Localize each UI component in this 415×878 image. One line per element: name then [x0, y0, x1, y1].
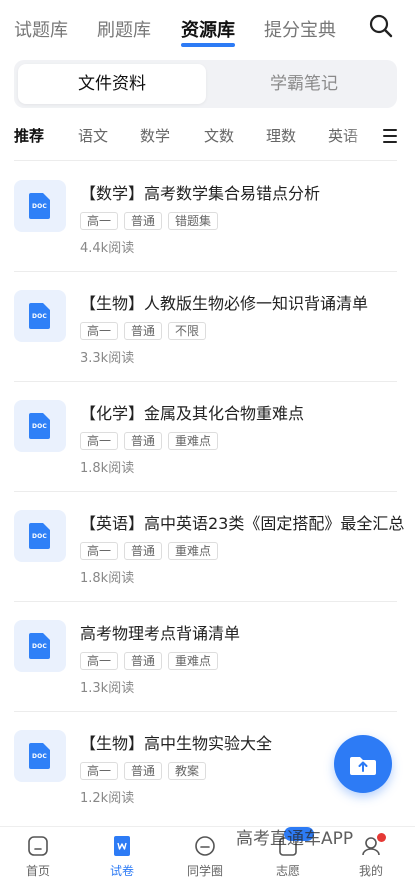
hamburger-menu-icon — [383, 129, 397, 131]
paper-icon — [114, 836, 130, 856]
tag-grade: 高一 — [80, 212, 119, 230]
tag-level: 普通 — [124, 542, 163, 560]
category-liberal-math[interactable]: 文数 — [204, 125, 234, 146]
read-count: 1.8k阅读 — [80, 571, 135, 586]
document-item[interactable]: DOC 高考物理考点背诵清单 高一 普通 重难点 1.3k阅读 — [0, 602, 415, 712]
document-title: 【英语】高中英语23类《固定搭配》最全汇总 — [80, 514, 405, 533]
tag-grade: 高一 — [80, 322, 119, 340]
nav-papers[interactable]: 试卷 — [92, 835, 152, 878]
home-icon — [28, 836, 48, 856]
doc-badge: DOC — [31, 313, 48, 320]
doc-badge: DOC — [31, 533, 48, 540]
doc-file-icon: DOC — [14, 620, 66, 672]
document-title: 【生物】人教版生物必修一知识背诵清单 — [80, 294, 369, 313]
hamburger-menu-icon-line — [383, 135, 397, 137]
tag-type: 不限 — [168, 322, 207, 340]
segment-notes[interactable]: 学霸笔记 — [210, 64, 398, 104]
tag-type: 错题集 — [168, 212, 219, 230]
doc-badge: DOC — [31, 753, 48, 760]
doc-file-icon: DOC — [14, 290, 66, 342]
category-math[interactable]: 数学 — [140, 125, 170, 146]
document-tags: 高一 普通 重难点 — [80, 650, 224, 670]
tab-question-bank[interactable]: 试题库 — [14, 16, 68, 42]
hamburger-menu-icon-line — [383, 141, 397, 143]
divider — [14, 160, 397, 161]
resource-type-switch: 文件资料 学霸笔记 — [14, 60, 397, 108]
doc-file-icon: DOC — [14, 180, 66, 232]
doc-badge: DOC — [31, 423, 48, 430]
nav-home[interactable]: 首页 — [8, 835, 68, 878]
tag-level: 普通 — [124, 212, 163, 230]
tag-grade: 高一 — [80, 542, 119, 560]
document-tags: 高一 普通 重难点 — [80, 430, 224, 450]
read-count: 1.8k阅读 — [80, 461, 135, 476]
category-recommend[interactable]: 推荐 — [14, 125, 44, 146]
category-fade — [345, 116, 385, 156]
notification-dot — [377, 833, 386, 842]
tag-level: 普通 — [124, 762, 163, 780]
subject-category-bar: 推荐 语文 数学 文数 理数 英语 — [0, 116, 415, 156]
document-item[interactable]: DOC 【生物】人教版生物必修一知识背诵清单 高一 普通 不限 3.3k阅读 — [0, 272, 415, 382]
doc-badge: DOC — [31, 643, 48, 650]
category-science-math[interactable]: 理数 — [266, 125, 296, 146]
document-item[interactable]: DOC 【化学】金属及其化合物重难点 高一 普通 重难点 1.8k阅读 — [0, 382, 415, 492]
tag-level: 普通 — [124, 652, 163, 670]
document-title: 【化学】金属及其化合物重难点 — [80, 404, 305, 423]
tag-type: 重难点 — [168, 542, 219, 560]
nav-label: 试卷 — [109, 864, 134, 878]
document-tags: 高一 普通 教案 — [80, 760, 212, 780]
nav-label: 我的 — [358, 864, 383, 878]
tag-grade: 高一 — [80, 432, 119, 450]
tab-resource-bank[interactable]: 资源库 — [181, 16, 235, 47]
doc-badge: DOC — [31, 203, 48, 210]
document-item[interactable]: DOC 【英语】高中英语23类《固定搭配》最全汇总 高一 普通 重难点 1.8k阅读 — [0, 492, 415, 602]
doc-file-icon: DOC — [14, 730, 66, 782]
category-chinese[interactable]: 语文 — [78, 125, 108, 146]
document-tags: 高一 普通 错题集 — [80, 210, 224, 230]
document-item[interactable]: DOC 【数学】高考数学集合易错点分析 高一 普通 错题集 4.4k阅读 — [0, 162, 415, 272]
read-count: 3.3k阅读 — [80, 351, 135, 366]
document-title: 高考物理考点背诵清单 — [80, 624, 241, 643]
tag-type: 教案 — [168, 762, 207, 780]
nav-label: 首页 — [25, 864, 50, 878]
top-tab-bar: 试题库 刷题库 资源库 提分宝典 — [0, 0, 415, 56]
watermark: 高考直通车APP — [236, 829, 354, 849]
doc-file-icon: DOC — [14, 510, 66, 562]
upload-folder-icon — [350, 757, 376, 775]
tag-type: 重难点 — [168, 652, 219, 670]
tag-level: 普通 — [124, 432, 163, 450]
read-count: 1.3k阅读 — [80, 681, 135, 696]
circle-icon — [195, 836, 215, 856]
tag-type: 重难点 — [168, 432, 219, 450]
tag-level: 普通 — [124, 322, 163, 340]
search-icon — [369, 14, 393, 38]
document-tags: 高一 普通 不限 — [80, 320, 212, 340]
search-button[interactable] — [367, 12, 395, 40]
nav-label: 同学圈 — [186, 864, 223, 878]
document-title: 【数学】高考数学集合易错点分析 — [80, 184, 321, 203]
tab-score-guide[interactable]: 提分宝典 — [264, 16, 336, 42]
document-title: 【生物】高中生物实验大全 — [80, 734, 273, 753]
tab-practice-bank[interactable]: 刷题库 — [97, 16, 151, 42]
document-tags: 高一 普通 重难点 — [80, 540, 224, 560]
tag-grade: 高一 — [80, 652, 119, 670]
category-menu-button[interactable] — [383, 128, 397, 144]
upload-button[interactable] — [334, 735, 392, 793]
doc-file-icon: DOC — [14, 400, 66, 452]
nav-classmates[interactable]: 同学圈 — [175, 835, 235, 878]
tag-grade: 高一 — [80, 762, 119, 780]
read-count: 4.4k阅读 — [80, 241, 135, 256]
nav-label: 志愿 — [275, 864, 300, 878]
segment-files[interactable]: 文件资料 — [18, 64, 206, 104]
read-count: 1.2k阅读 — [80, 791, 135, 806]
